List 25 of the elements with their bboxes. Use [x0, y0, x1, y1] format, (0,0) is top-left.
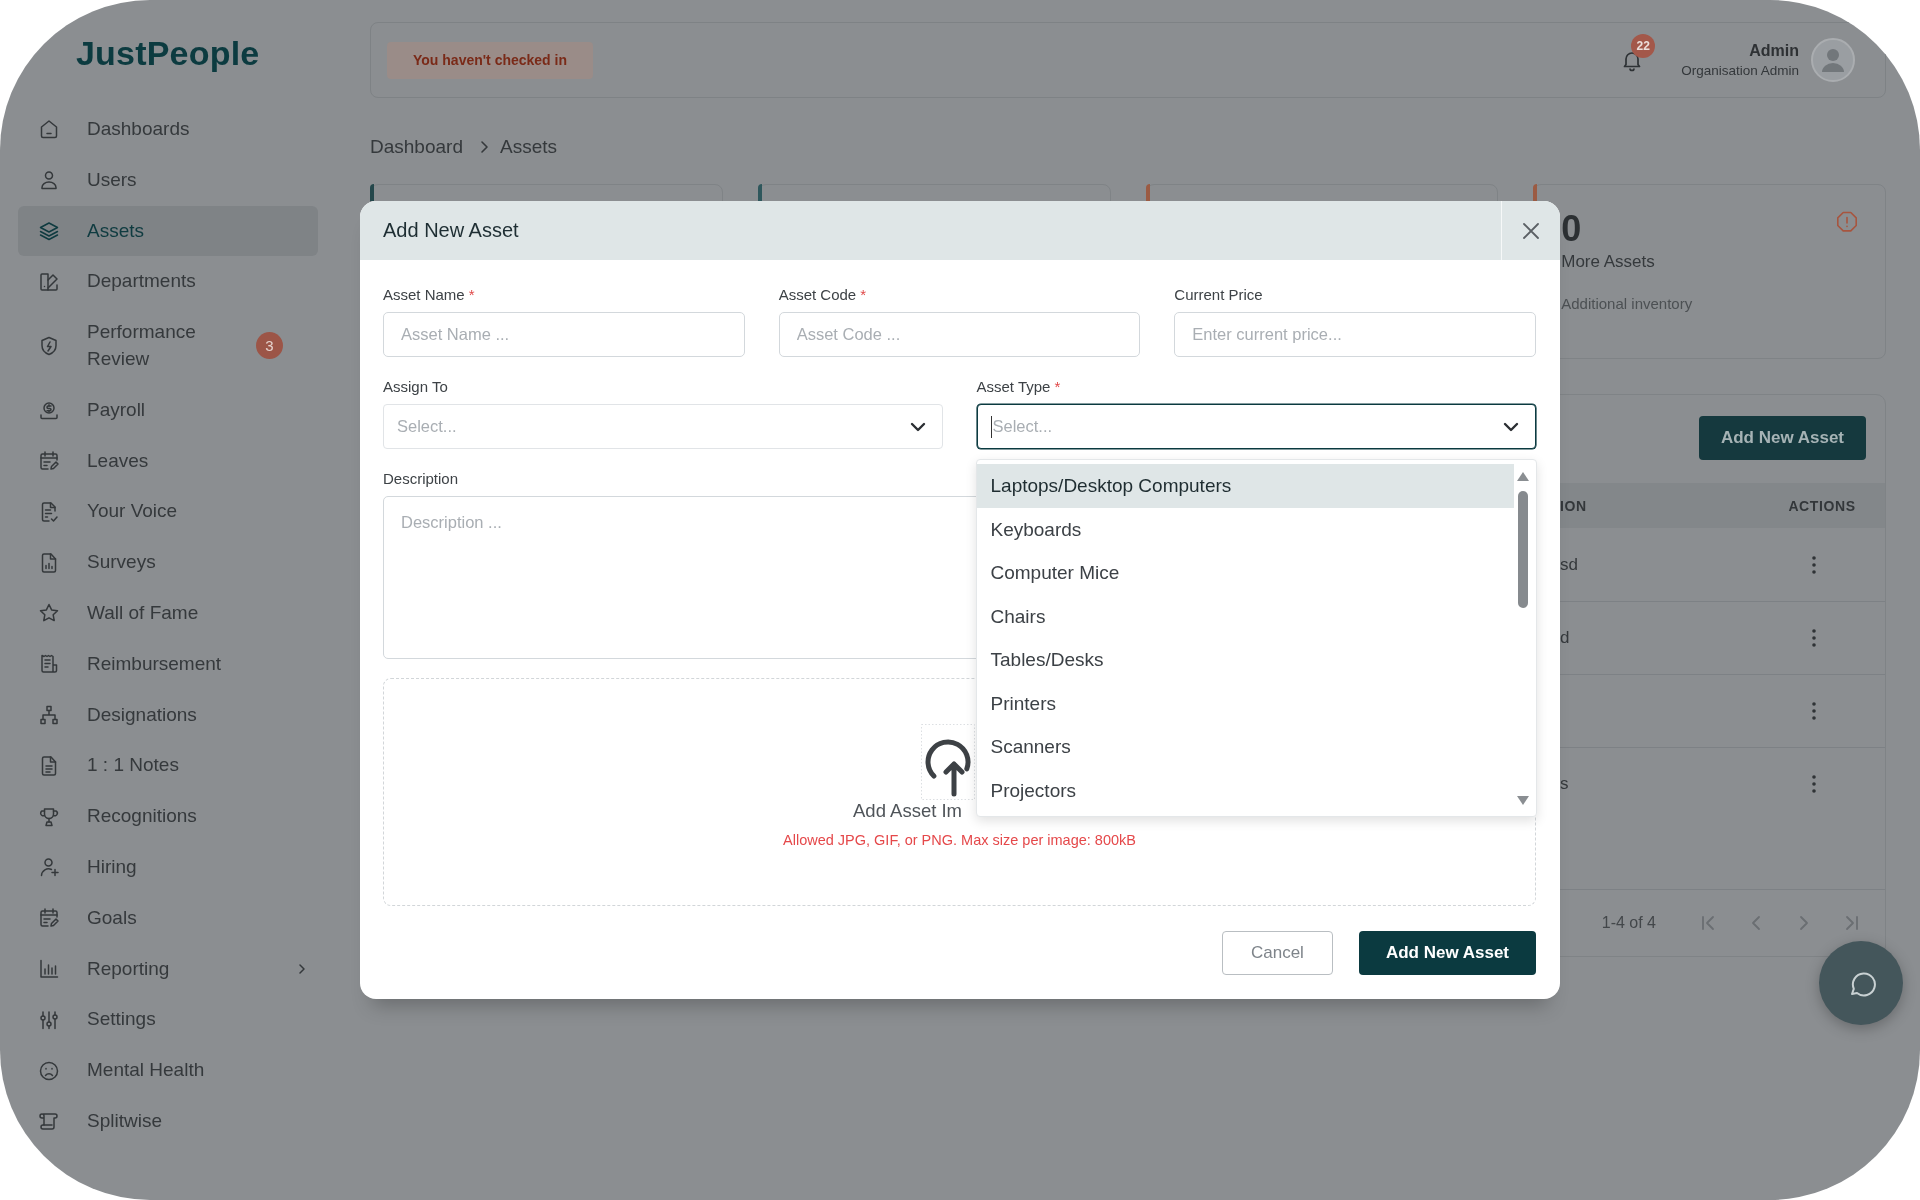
table-cell: sd: [1560, 554, 1578, 574]
logo: JustPeople: [76, 33, 260, 74]
field-label: Assign To: [383, 377, 448, 397]
stat-value: 0: [1561, 207, 1582, 251]
user-role: Organisation Admin: [1681, 61, 1799, 80]
field-label: Description: [383, 469, 459, 489]
field-label: Asset Type *: [976, 377, 1061, 397]
field-label: Asset Name *: [383, 285, 475, 305]
check-in-status-badge: You haven't checked in: [387, 41, 593, 79]
stat-note: Additional inventory: [1561, 294, 1693, 314]
modal-title: Add New Asset: [382, 219, 519, 242]
user-name: Admin: [1749, 40, 1799, 61]
breadcrumb-current: Assets: [499, 135, 557, 159]
count-badge: 3: [256, 332, 283, 360]
upload-hint: Allowed JPG, GIF, or PNG. Max size per image: 800kB: [783, 831, 1136, 850]
field-label: Current Price: [1174, 285, 1263, 305]
table-cell: s: [1560, 774, 1569, 793]
column-header: ACTIONS: [1788, 497, 1856, 514]
upload-title: Add Asset Im: [853, 800, 962, 822]
column-header: ION: [1560, 497, 1587, 514]
field-label: Asset Code *: [778, 285, 867, 305]
notification-count-badge: 22: [1631, 34, 1656, 58]
pagination-range: 1-4 of 4: [1601, 914, 1656, 932]
table-cell: d: [1560, 628, 1570, 647]
stat-label: More Assets: [1561, 251, 1655, 273]
